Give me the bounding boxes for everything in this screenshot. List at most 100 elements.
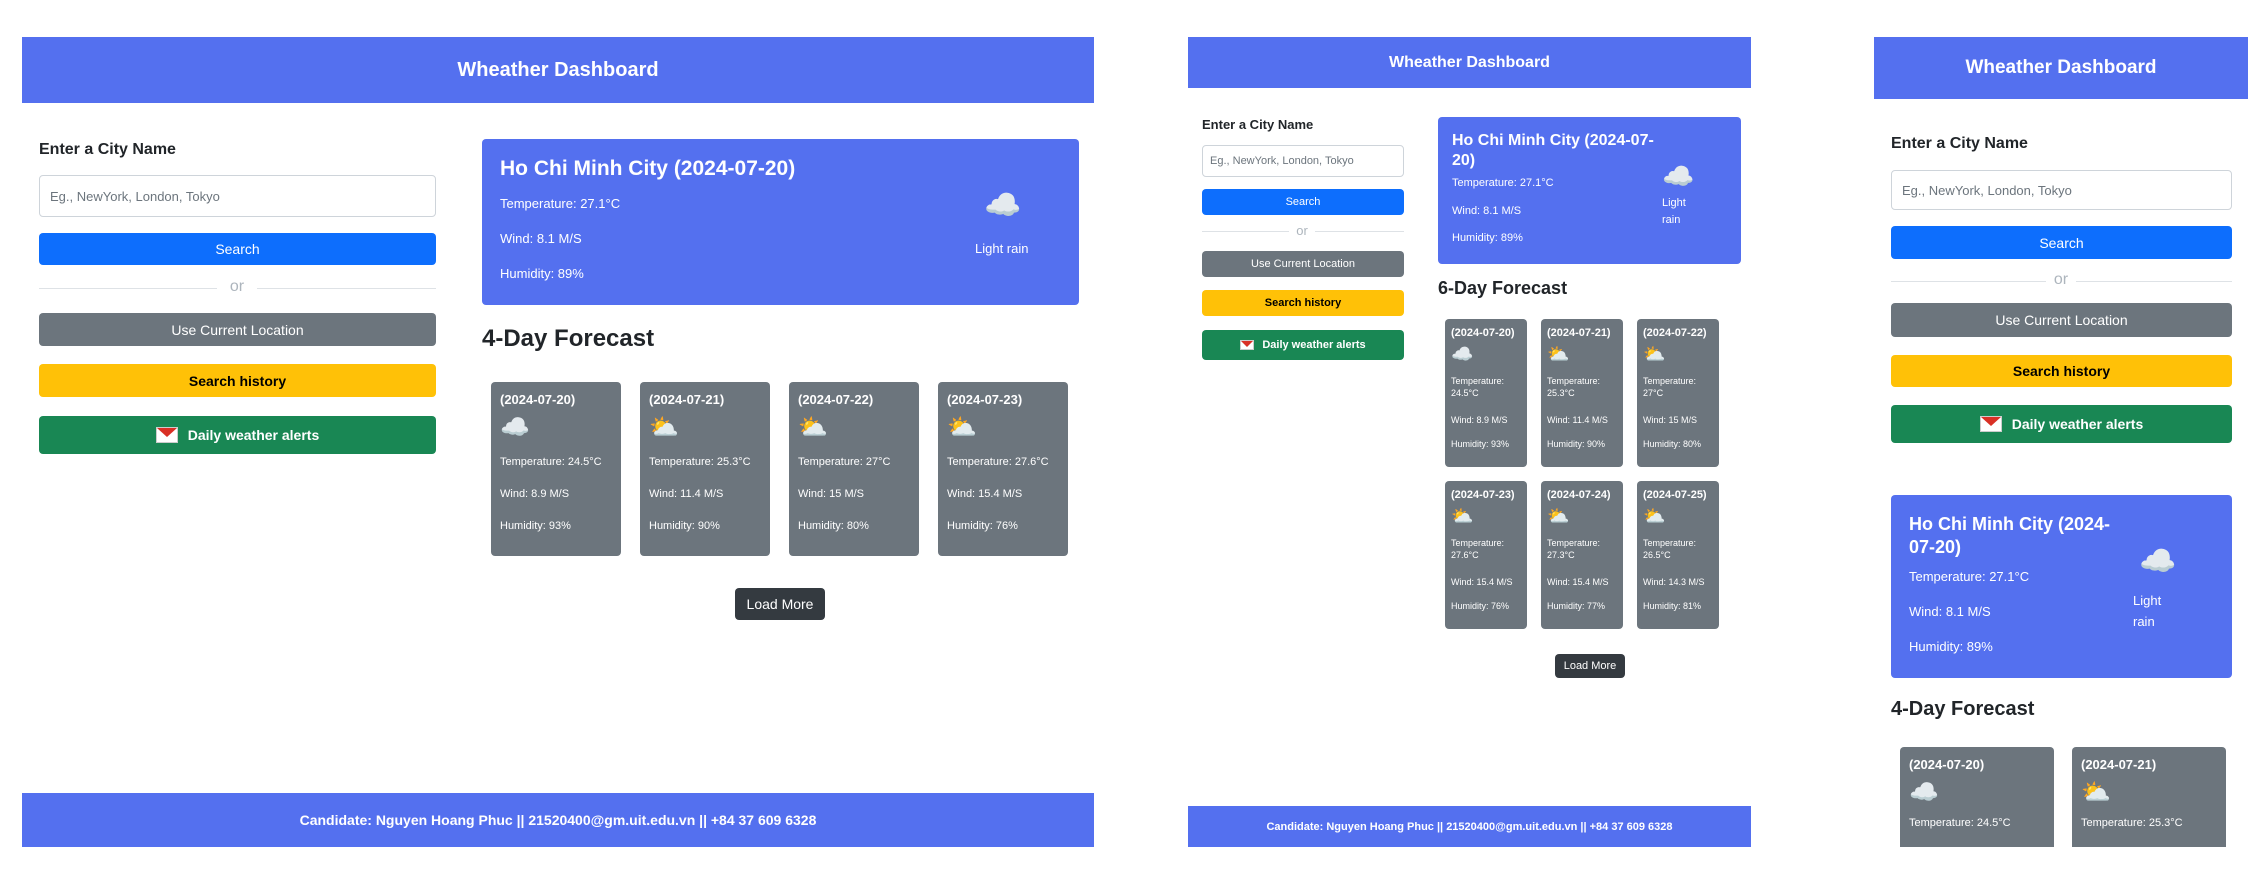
gmail-icon bbox=[155, 427, 178, 443]
gmail-icon bbox=[1240, 340, 1255, 350]
forecast-wind: Wind: 8.9 M/S bbox=[500, 488, 570, 500]
forecast-card: (2024-07-25) ⛅ Temperature: 26.5°C Wind:… bbox=[1637, 481, 1719, 629]
tablet-view: Wheather Dashboard Enter a City Name Eg.… bbox=[1188, 37, 1751, 847]
forecast-humidity: Humidity: 76% bbox=[947, 520, 1018, 532]
city-search-input[interactable]: Eg., NewYork, London, Tokyo bbox=[1202, 145, 1404, 177]
current-description: Light rain bbox=[1662, 197, 1686, 226]
partly-cloudy-icon: ⛅ bbox=[1643, 344, 1666, 364]
cloud-rain-icon: ☁️ bbox=[1662, 161, 1695, 191]
city-search-input[interactable]: Eg., NewYork, London, Tokyo bbox=[1891, 170, 2232, 210]
forecast-date: (2024-07-21) bbox=[1547, 327, 1611, 339]
search-button[interactable]: Search bbox=[1891, 226, 2232, 259]
forecast-temperature: Temperature: 27.6°C bbox=[947, 456, 1049, 468]
forecast-temperature: Temperature: 24.5°C bbox=[500, 456, 602, 468]
forecast-card: (2024-07-21) ⛅ Temperature: 25.3°C Wind:… bbox=[1541, 319, 1623, 467]
forecast-wind: Wind: 15 M/S bbox=[1643, 415, 1698, 425]
current-city-title: Ho Chi Minh City (2024- 07-20) bbox=[1909, 514, 2111, 557]
forecast-date: (2024-07-23) bbox=[1451, 489, 1515, 501]
app-footer: Candidate: Nguyen Hoang Phuc || 21520400… bbox=[1188, 806, 1751, 847]
forecast-temperature: Temperature: 27°C bbox=[798, 456, 891, 468]
load-more-button[interactable]: Load More bbox=[1555, 654, 1625, 678]
or-text: or bbox=[217, 278, 257, 296]
footer-text: Candidate: Nguyen Hoang Phuc || 21520400… bbox=[1266, 820, 1673, 833]
app-header: Wheather Dashboard bbox=[22, 37, 1094, 103]
forecast-wind: Wind: 15.4 M/S bbox=[947, 488, 1023, 500]
forecast-temperature: Temperature: 25.3°C bbox=[2081, 817, 2183, 829]
current-city-title: Ho Chi Minh City (2024-07-20) bbox=[500, 157, 796, 180]
forecast-humidity: Humidity: 90% bbox=[1547, 439, 1606, 449]
current-temperature: Temperature: 27.1°C bbox=[1452, 177, 1554, 189]
partly-cloudy-icon: ⛅ bbox=[1643, 506, 1666, 526]
use-current-location-button[interactable]: Use Current Location bbox=[1202, 251, 1404, 277]
current-temperature: Temperature: 27.1°C bbox=[500, 196, 621, 211]
forecast-humidity: Humidity: 90% bbox=[649, 520, 720, 532]
or-text: or bbox=[2046, 271, 2076, 289]
daily-weather-alerts-button[interactable]: Daily weather alerts bbox=[1891, 405, 2232, 443]
forecast-wind: Wind: 15.4 M/S bbox=[1451, 577, 1513, 587]
city-search-input[interactable]: Eg., NewYork, London, Tokyo bbox=[39, 175, 436, 217]
forecast-date: (2024-07-24) bbox=[1547, 489, 1611, 501]
load-more-button[interactable]: Load More bbox=[735, 588, 825, 620]
current-description: Light rain bbox=[975, 241, 1029, 256]
daily-weather-alerts-label: Daily weather alerts bbox=[187, 427, 320, 443]
cloud-icon: ☁️ bbox=[1451, 344, 1474, 364]
search-history-button[interactable]: Search history bbox=[1891, 355, 2232, 387]
use-current-location-button[interactable]: Use Current Location bbox=[39, 313, 436, 346]
partly-cloudy-icon: ⛅ bbox=[1451, 506, 1474, 526]
forecast-card: (2024-07-24) ⛅ Temperature: 27.3°C Wind:… bbox=[1541, 481, 1623, 629]
forecast-date: (2024-07-22) bbox=[1643, 327, 1707, 339]
cloud-rain-icon: ☁️ bbox=[2139, 545, 2177, 578]
forecast-humidity: Humidity: 80% bbox=[798, 520, 869, 532]
current-weather-card: Ho Chi Minh City (2024- 07-20) Temperatu… bbox=[1891, 495, 2232, 678]
partly-cloudy-icon: ⛅ bbox=[798, 414, 828, 441]
current-weather-card: Ho Chi Minh City (2024-07-20) Temperatur… bbox=[482, 139, 1079, 305]
partly-cloudy-icon: ⛅ bbox=[1547, 344, 1570, 364]
current-temperature: Temperature: 27.1°C bbox=[1909, 569, 2030, 584]
partly-cloudy-icon: ⛅ bbox=[1547, 506, 1570, 526]
forecast-humidity: Humidity: 80% bbox=[1643, 439, 1702, 449]
current-description: Light rain bbox=[2133, 593, 2162, 629]
forecast-date: (2024-07-23) bbox=[947, 392, 1023, 407]
forecast-date: (2024-07-20) bbox=[1451, 327, 1515, 339]
cloud-icon: ☁️ bbox=[1909, 779, 1939, 806]
forecast-temperature: Temperature: 25.3°C bbox=[1547, 376, 1601, 398]
forecast-wind: Wind: 15.4 M/S bbox=[1547, 577, 1609, 587]
app-title: Wheather Dashboard bbox=[457, 58, 659, 81]
current-weather-card: Ho Chi Minh City (2024-07- 20) Temperatu… bbox=[1438, 117, 1741, 264]
forecast-date: (2024-07-25) bbox=[1643, 489, 1707, 501]
daily-weather-alerts-button[interactable]: Daily weather alerts bbox=[1202, 330, 1404, 360]
forecast-card: (2024-07-22) ⛅ Temperature: 27°C Wind: 1… bbox=[1637, 319, 1719, 467]
forecast-humidity: Humidity: 93% bbox=[500, 520, 571, 532]
forecast-temperature: Temperature: 27.3°C bbox=[1547, 538, 1601, 560]
search-history-button[interactable]: Search history bbox=[1202, 290, 1404, 316]
current-city-title: Ho Chi Minh City (2024-07- 20) bbox=[1452, 132, 1654, 169]
forecast-date: (2024-07-20) bbox=[1909, 757, 1985, 772]
search-button[interactable]: Search bbox=[39, 233, 436, 265]
search-button[interactable]: Search bbox=[1202, 189, 1404, 215]
daily-weather-alerts-button[interactable]: Daily weather alerts bbox=[39, 416, 436, 454]
current-humidity: Humidity: 89% bbox=[500, 266, 584, 281]
daily-weather-alerts-label: Daily weather alerts bbox=[2011, 416, 2144, 432]
forecast-temperature: Temperature: 24.5°C bbox=[1909, 817, 2011, 829]
current-wind: Wind: 8.1 M/S bbox=[1909, 604, 1991, 619]
cloud-rain-icon: ☁️ bbox=[984, 189, 1022, 222]
forecast-card: (2024-07-20) ☁️ Temperature: 24.5°C bbox=[1900, 747, 2054, 847]
use-current-location-button[interactable]: Use Current Location bbox=[1891, 303, 2232, 337]
current-wind: Wind: 8.1 M/S bbox=[1452, 205, 1522, 217]
forecast-wind: Wind: 11.4 M/S bbox=[649, 488, 724, 500]
partly-cloudy-icon: ⛅ bbox=[649, 414, 679, 441]
forecast-date: (2024-07-20) bbox=[500, 392, 576, 407]
forecast-card: (2024-07-23) ⛅ Temperature: 27.6°C Wind:… bbox=[1445, 481, 1527, 629]
forecast-date: (2024-07-21) bbox=[649, 392, 725, 407]
daily-weather-alerts-label: Daily weather alerts bbox=[1262, 339, 1366, 351]
app-footer: Candidate: Nguyen Hoang Phuc || 21520400… bbox=[22, 793, 1094, 847]
search-history-button[interactable]: Search history bbox=[39, 364, 436, 397]
city-input-label: Enter a City Name bbox=[39, 141, 176, 158]
forecast-wind: Wind: 14.3 M/S bbox=[1643, 577, 1705, 587]
forecast-temperature: Temperature: 27°C bbox=[1643, 376, 1697, 398]
cloud-icon: ☁️ bbox=[500, 414, 530, 441]
forecast-humidity: Humidity: 76% bbox=[1451, 601, 1510, 611]
mobile-view: Wheather Dashboard Enter a City Name Eg.… bbox=[1874, 37, 2248, 847]
app-title: Wheather Dashboard bbox=[1389, 53, 1550, 71]
forecast-title: 4-Day Forecast bbox=[1891, 698, 2035, 720]
